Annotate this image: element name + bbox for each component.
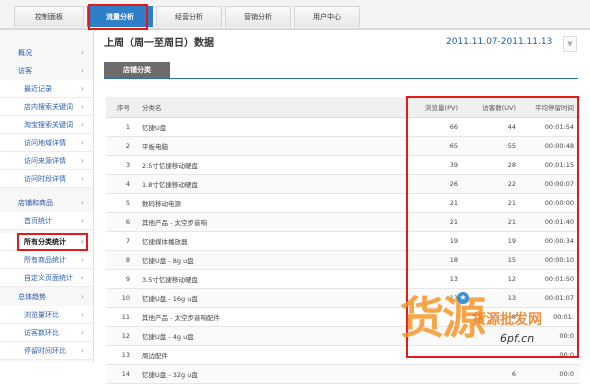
cell-index: 14 (106, 364, 136, 384)
sidebar-item[interactable]: 访问地域详情 › (0, 134, 93, 152)
subtab-divider (104, 78, 578, 79)
sidebar-item-label: 最近记录 (24, 85, 52, 93)
cell-category: 忆捷U盘 - 4g u盘 (136, 326, 406, 346)
cell-uv: 6 (464, 364, 522, 384)
sidebar-item[interactable]: 最近记录 › (0, 80, 93, 98)
sidebar-item[interactable]: 淘宝搜索关键词 › (0, 116, 93, 134)
sidebar-item[interactable]: 访客数环比 › (0, 324, 93, 342)
cell-pv (406, 364, 464, 384)
cell-category: 2.5寸忆捷移动硬盘 (136, 155, 406, 175)
chevron-right-icon: › (80, 48, 84, 57)
sidebar-item-label: 访客数环比 (24, 329, 59, 337)
sidebar-item-label: 访问地域详情 (24, 139, 66, 147)
tab-store-category[interactable]: 店铺分类 (104, 62, 170, 79)
star-icon: ★ (457, 292, 469, 304)
sidebar-item-label: 总体趋势 (18, 293, 46, 301)
cell-index: 6 (106, 212, 136, 232)
sidebar-item-label: 停留时间环比 (24, 347, 66, 355)
cell-index: 1 (106, 117, 136, 137)
table-row: 14 忆捷U盘 - 32g u盘 6 00:0 (106, 364, 580, 384)
cell-index: 5 (106, 193, 136, 213)
highlight-box-sidebar (17, 233, 88, 251)
chevron-right-icon: › (80, 84, 84, 93)
chevron-right-icon: › (80, 102, 84, 111)
chevron-right-icon: › (80, 156, 84, 165)
chevron-right-icon: › (80, 310, 84, 319)
chevron-right-icon: › (80, 273, 84, 282)
highlight-box-tab (88, 4, 148, 30)
watermark-text: 货源批发网 (472, 312, 542, 328)
cell-index: 12 (106, 326, 136, 346)
sidebar-item-label: 所有商品统计 (24, 256, 66, 264)
cell-category: 其他产品 - 太空步音响 (136, 212, 406, 232)
sidebar-item-label: 店铺和商品 (18, 199, 53, 207)
cell-index: 3 (106, 155, 136, 175)
chevron-right-icon: › (80, 120, 84, 129)
chevron-right-icon: › (80, 346, 84, 355)
chevron-right-icon: › (80, 198, 84, 207)
sidebar-item[interactable]: 访问时段详情 › (0, 170, 93, 188)
cell-index: 11 (106, 307, 136, 327)
tab-control-panel[interactable]: 控制面板 (14, 6, 84, 27)
cell-index: 8 (106, 250, 136, 270)
chevron-right-icon: › (80, 138, 84, 147)
chevron-down-icon[interactable]: ▼ (563, 36, 577, 52)
sidebar-item[interactable]: 店内搜索关键词 › (0, 98, 93, 116)
sidebar-item-label: 自定义页面统计 (24, 274, 73, 282)
cell-index: 9 (106, 269, 136, 289)
sidebar-item[interactable]: 浏览量环比 › (0, 306, 93, 324)
cell-category: 忆捷U盘 - 16g u盘 (136, 288, 406, 308)
chevron-right-icon: › (80, 216, 84, 225)
date-range[interactable]: 2011.11.07-2011.11.13 (446, 37, 552, 47)
sidebar-item[interactable]: 访问来源详情 › (0, 152, 93, 170)
sidebar-item-label: 访问时段详情 (24, 175, 66, 183)
tab-business-analysis[interactable]: 经营分析 (156, 6, 222, 27)
cell-category: 平板电脑 (136, 136, 406, 156)
cell-category: 忆捷媒体播放器 (136, 231, 406, 251)
col-header-category[interactable]: 分类名 (136, 97, 406, 118)
cell-index: 4 (106, 174, 136, 194)
cell-avg-time: 00:0 (522, 364, 580, 384)
tab-marketing-analysis[interactable]: 营销分析 (225, 6, 291, 27)
cell-category: 忆捷U盘 (136, 117, 406, 137)
sidebar-item-label: 淘宝搜索关键词 (24, 121, 73, 129)
sidebar-item[interactable]: 总体趋势 › (0, 288, 93, 306)
sidebar-item[interactable]: 所有商品统计 › (0, 251, 93, 269)
cell-category: 1.8寸忆捷移动硬盘 (136, 174, 406, 194)
sidebar-item-label: 概况 (18, 49, 32, 57)
page-title: 上周（周一至周日）数据 (104, 38, 214, 49)
sidebar-item[interactable]: 首页统计 › (0, 212, 93, 230)
cell-category: 忆捷U盘 - 8g u盘 (136, 250, 406, 270)
cell-category: 3.5寸忆捷移动硬盘 (136, 269, 406, 289)
chevron-right-icon: › (80, 328, 84, 337)
cell-category: 忆捷U盘 - 32g u盘 (136, 364, 406, 384)
sidebar: 概况 › 访客 › 最近记录 › 店内搜索关键词 › 淘宝搜索关键词 › 访问地域详情 › 访问来源详情… (0, 30, 94, 362)
chevron-right-icon: › (80, 66, 84, 75)
chevron-right-icon: › (80, 174, 84, 183)
sidebar-item[interactable]: 店铺和商品 › (0, 194, 93, 212)
sidebar-item[interactable]: 访客 › (0, 62, 93, 80)
sidebar-item[interactable]: 概况 › (0, 44, 93, 62)
cell-category: 其他产品 - 太空步音响配件 (136, 307, 406, 327)
sidebar-item[interactable]: 停留时间环比 › (0, 342, 93, 360)
watermark-url: 6pf.cn (500, 332, 535, 345)
col-header-index[interactable]: 序号 (106, 97, 136, 118)
cell-index: 2 (106, 136, 136, 156)
tab-user-center[interactable]: 用户中心 (294, 6, 360, 27)
sidebar-item-label: 首页统计 (24, 217, 52, 225)
chevron-right-icon: › (80, 292, 84, 301)
top-tabs: 控制面板 流量分析 经营分析 营销分析 用户中心 (0, 6, 363, 28)
sidebar-item-label: 访问来源详情 (24, 157, 66, 165)
sidebar-item-label: 浏览量环比 (24, 311, 59, 319)
cell-category: 数码移动电源 (136, 193, 406, 213)
cell-index: 10 (106, 288, 136, 308)
sidebar-item-label: 店内搜索关键词 (24, 103, 73, 111)
chevron-right-icon: › (80, 255, 84, 264)
cell-index: 7 (106, 231, 136, 251)
sidebar-item[interactable]: 自定义页面统计 › (0, 269, 93, 287)
sidebar-item-label: 访客 (18, 67, 32, 75)
